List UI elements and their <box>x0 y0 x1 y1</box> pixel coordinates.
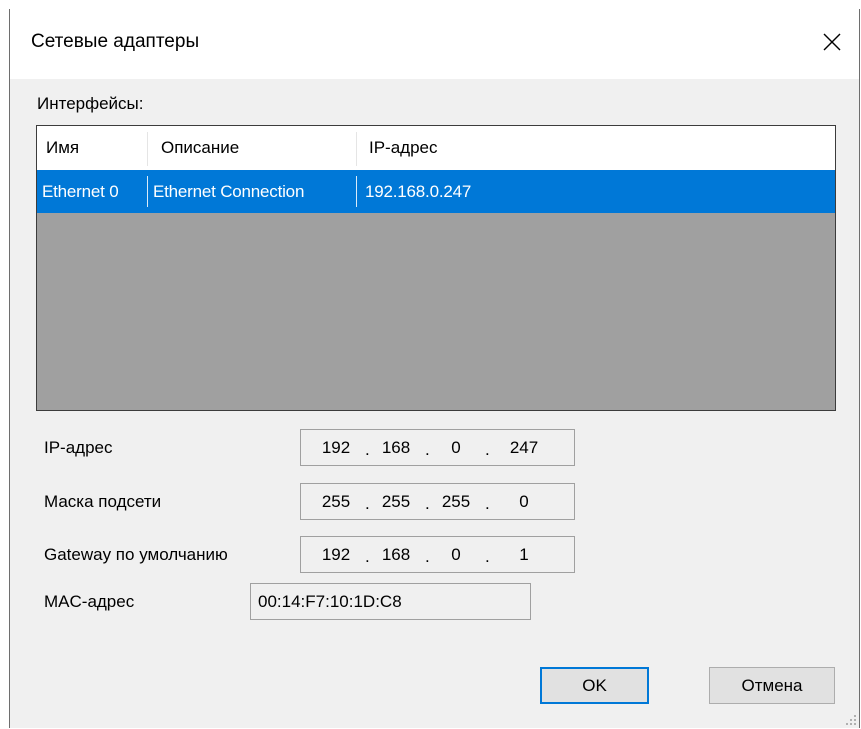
network-adapters-dialog: Сетевые адаптеры Интерфейсы: Имя Описани… <box>9 9 860 728</box>
ip-octet-1[interactable]: 192 <box>314 430 358 465</box>
gateway-octet-3[interactable]: 0 <box>434 537 478 572</box>
resize-grip-icon[interactable] <box>845 714 857 726</box>
octet-separator: . <box>485 440 490 459</box>
gateway-label: Gateway по умолчанию <box>44 545 228 564</box>
octet-separator: . <box>365 494 370 513</box>
gateway-input[interactable]: 192 . 168 . 0 . 1 <box>300 536 575 573</box>
ip-octet-2[interactable]: 168 <box>374 430 418 465</box>
close-icon <box>823 33 841 51</box>
gateway-octet-2[interactable]: 168 <box>374 537 418 572</box>
row-description-cell: Ethernet Connection <box>153 181 305 201</box>
close-button[interactable] <box>809 19 855 65</box>
octet-separator: . <box>425 547 430 566</box>
mask-octet-3[interactable]: 255 <box>434 484 478 519</box>
mask-octet-1[interactable]: 255 <box>314 484 358 519</box>
column-header-ip[interactable]: IP-адрес <box>357 126 835 170</box>
title-bar: Сетевые адаптеры <box>10 9 859 79</box>
column-header-name[interactable]: Имя <box>37 126 147 170</box>
subnet-mask-label: Маска подсети <box>44 492 162 511</box>
mac-address-field[interactable]: 00:14:F7:10:1D:C8 <box>250 583 531 620</box>
row-name-cell: Ethernet 0 <box>42 181 119 201</box>
list-header: Имя Описание IP-адрес <box>37 126 835 170</box>
interfaces-label: Интерфейсы: <box>37 94 144 113</box>
subnet-mask-input[interactable]: 255 . 255 . 255 . 0 <box>300 483 575 520</box>
list-row-selected[interactable]: Ethernet 0 Ethernet Connection 192.168.0… <box>37 170 835 213</box>
ip-address-input[interactable]: 192 . 168 . 0 . 247 <box>300 429 575 466</box>
ok-button[interactable]: OK <box>540 667 649 704</box>
ip-octet-3[interactable]: 0 <box>434 430 478 465</box>
ip-octet-4[interactable]: 247 <box>502 430 546 465</box>
octet-separator: . <box>485 547 490 566</box>
octet-separator: . <box>365 547 370 566</box>
ip-address-label: IP-адрес <box>44 438 113 457</box>
cancel-button[interactable]: Отмена <box>709 667 835 704</box>
interfaces-list[interactable]: Имя Описание IP-адрес Ethernet 0 Etherne… <box>36 125 836 411</box>
octet-separator: . <box>425 494 430 513</box>
column-header-description[interactable]: Описание <box>148 126 356 170</box>
octet-separator: . <box>425 440 430 459</box>
row-ip-cell: 192.168.0.247 <box>365 181 472 201</box>
gateway-octet-4[interactable]: 1 <box>502 537 546 572</box>
octet-separator: . <box>485 494 490 513</box>
gateway-octet-1[interactable]: 192 <box>314 537 358 572</box>
dialog-title: Сетевые адаптеры <box>31 31 200 52</box>
mask-octet-2[interactable]: 255 <box>374 484 418 519</box>
octet-separator: . <box>365 440 370 459</box>
mac-address-label: MAC-адрес <box>44 592 135 611</box>
mask-octet-4[interactable]: 0 <box>502 484 546 519</box>
